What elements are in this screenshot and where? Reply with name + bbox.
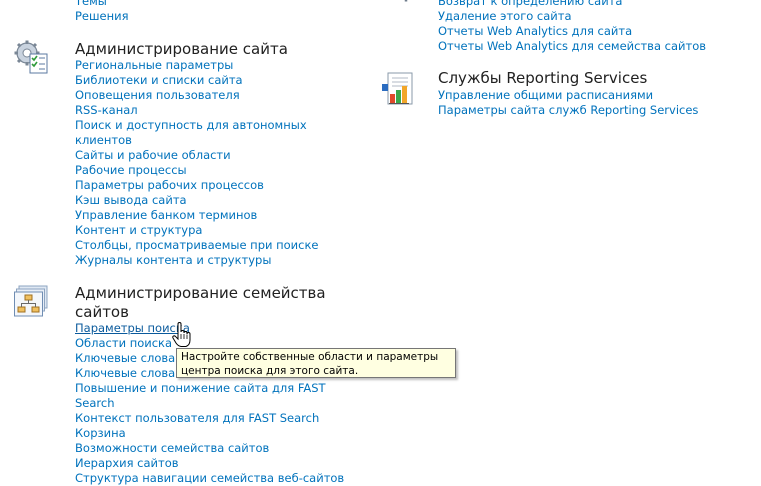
link-workflows[interactable]: Рабочие процессы — [75, 163, 319, 178]
link-fast-promotion[interactable]: Повышение и понижение сайта для FAST — [75, 381, 344, 396]
link-reset-site-definition[interactable]: Возврат к определению сайта — [438, 0, 706, 9]
link-site-collection-features[interactable]: Возможности семейства сайтов — [75, 441, 344, 456]
link-delete-site[interactable]: Удаление этого сайта — [438, 9, 706, 24]
reporting-links: Управление общими расписаниями Параметры… — [438, 88, 698, 118]
link-searchable-columns[interactable]: Столбцы, просматриваемые при поиске — [75, 238, 319, 253]
link-term-store[interactable]: Управление банком терминов — [75, 208, 319, 223]
link-fast-promotion-cont[interactable]: Search — [75, 396, 344, 411]
site-admin-links: Региональные параметры Библиотеки и спис… — [75, 58, 319, 268]
right-top-links: Возврат к определению сайта Удаление это… — [438, 0, 706, 54]
link-search-settings[interactable]: Параметры поиска — [75, 321, 344, 336]
link-search-offline-cont[interactable]: клиентов — [75, 133, 319, 148]
collection-admin-links: Параметры поиска Области поиска Ключевые… — [75, 321, 344, 486]
link-workflow-settings[interactable]: Параметры рабочих процессов — [75, 178, 319, 193]
hand-cursor-icon — [172, 322, 191, 347]
gear-icon — [404, 0, 408, 2]
link-regional-settings[interactable]: Региональные параметры — [75, 58, 319, 73]
link-sites-workspaces[interactable]: Сайты и рабочие области — [75, 148, 319, 163]
link-content-structure-logs[interactable]: Журналы контента и структуры — [75, 253, 319, 268]
link-site-libraries-lists[interactable]: Библиотеки и списки сайта — [75, 73, 319, 88]
gear-checklist-icon — [14, 40, 48, 74]
link-search-offline[interactable]: Поиск и доступность для автономных — [75, 118, 319, 133]
link-recycle-bin[interactable]: Корзина — [75, 426, 344, 441]
link-shared-schedules[interactable]: Управление общими расписаниями — [438, 88, 698, 103]
left-top-links: Темы Решения — [75, 0, 129, 24]
link-web-analytics-site[interactable]: Отчеты Web Analytics для сайта — [438, 24, 706, 39]
site-admin-title: Администрирование сайта — [75, 40, 288, 58]
link-fast-user-context[interactable]: Контекст пользователя для FAST Search — [75, 411, 344, 426]
link-output-cache[interactable]: Кэш вывода сайта — [75, 193, 319, 208]
reporting-title: Службы Reporting Services — [438, 69, 648, 87]
report-chart-icon — [382, 72, 413, 105]
link-reporting-site-settings[interactable]: Параметры сайта служб Reporting Services — [438, 103, 698, 118]
collection-admin-title-line2: сайтов — [75, 303, 129, 321]
link-user-alerts[interactable]: Оповещения пользователя — [75, 88, 319, 103]
link-themes[interactable]: Темы — [75, 0, 129, 9]
link-navigation-structure[interactable]: Структура навигации семейства веб-сайтов — [75, 471, 344, 486]
link-rss[interactable]: RSS-канал — [75, 103, 319, 118]
link-site-hierarchy[interactable]: Иерархия сайтов — [75, 456, 344, 471]
link-content-structure[interactable]: Контент и структура — [75, 223, 319, 238]
link-solutions[interactable]: Решения — [75, 9, 129, 24]
tooltip: Настройте собственные области и параметр… — [176, 348, 456, 378]
site-hierarchy-icon — [14, 285, 48, 317]
collection-admin-title-line1: Администрирование семейства — [75, 284, 326, 302]
link-web-analytics-collection[interactable]: Отчеты Web Analytics для семейства сайто… — [438, 39, 706, 54]
